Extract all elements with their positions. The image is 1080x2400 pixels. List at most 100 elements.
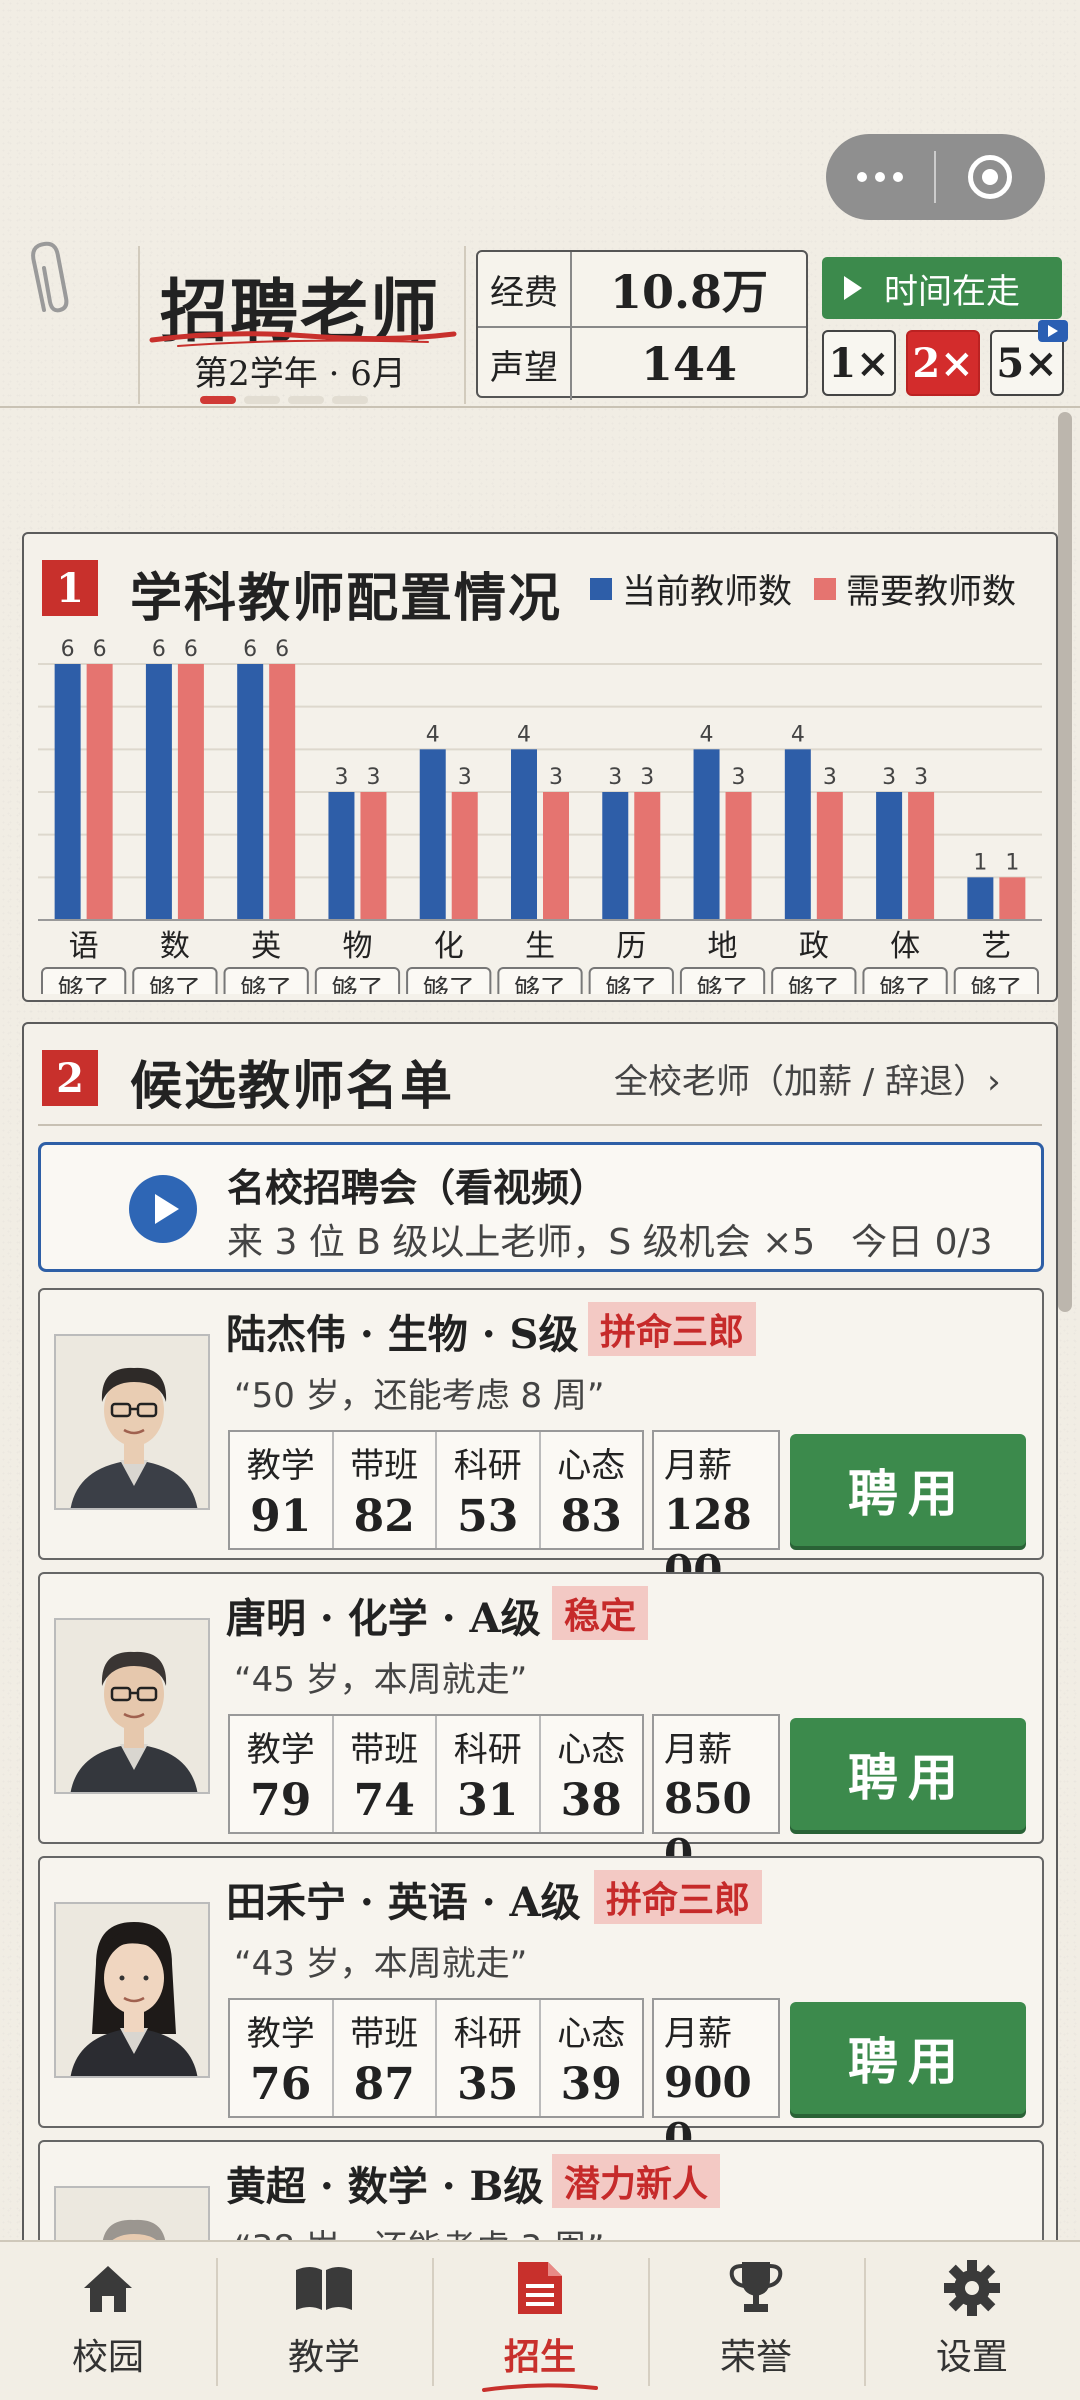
recruitment-fair-banner[interactable]: 名校招聘会（看视频） 来 3 位 B 级以上老师，S 级机会 ×5 今日 0/3 — [38, 1142, 1044, 1272]
header-divider — [138, 246, 140, 404]
video-play-icon — [129, 1175, 197, 1243]
stat-value: 74 — [353, 1775, 415, 1826]
chart-bar — [725, 792, 752, 920]
data-label: 3 — [334, 765, 348, 790]
category-label: 艺 — [981, 929, 1011, 964]
nav-item-settings[interactable]: 设置 — [864, 2242, 1080, 2400]
candidate-stats: 教学 76 带班 87 科研 35 心态 39 — [228, 1998, 644, 2118]
enough-label: 够了 — [514, 975, 566, 994]
chart-bar — [543, 792, 569, 920]
chart-bar — [269, 664, 296, 920]
data-label: 4 — [700, 722, 714, 747]
chart-bar — [876, 792, 903, 920]
data-label: 1 — [973, 850, 987, 875]
school-year-month: 第2学年 · 6月 — [194, 354, 406, 394]
candidate-name: 陆杰伟 · 生物 · S级 — [226, 1311, 579, 1358]
video-ad-badge-icon — [1038, 320, 1068, 342]
top-header: 招聘老师 第2学年 · 6月 经费 10.8万 声望 144 时间在走 1× 2… — [0, 240, 1080, 408]
category-label: 生 — [525, 929, 555, 964]
data-label: 6 — [275, 637, 289, 662]
miniprogram-capsule — [826, 134, 1045, 220]
all-teachers-link[interactable]: 全校老师（加薪 / 辞退）› — [614, 1054, 1001, 1103]
stat-value: 53 — [457, 1491, 519, 1542]
stat-value: 39 — [560, 2059, 622, 2110]
divider — [38, 1124, 1042, 1126]
panel-title: 学科教师配置情况 — [130, 568, 563, 629]
close-target-icon[interactable] — [936, 155, 1044, 199]
chart-bar — [54, 664, 81, 920]
nav-item-recruit[interactable]: 招生 — [432, 2242, 648, 2400]
stat-value: 76 — [250, 2059, 312, 2110]
candidate-card: 田禾宁 · 英语 · A级 拼命三郎 “43 岁，本周就走” 教学 76 带班 … — [38, 1856, 1044, 2163]
salary-label: 月薪 — [664, 1446, 732, 1486]
candidate-stats: 教学 79 带班 74 科研 31 心态 38 — [228, 1714, 644, 1834]
stat-label: 带班 — [350, 1730, 419, 1770]
enough-label: 够了 — [605, 975, 657, 994]
salary-cell: 月薪 8500 — [652, 1714, 780, 1879]
trait-tag: 潜力新人 — [552, 2154, 721, 2208]
category-label: 语 — [69, 929, 99, 964]
active-tab-underline — [482, 2383, 598, 2392]
prestige-label: 声望 — [478, 328, 572, 400]
trait-tag: 拼命三郎 — [588, 1302, 757, 1356]
funds-label: 经费 — [478, 252, 572, 326]
teacher-portrait — [54, 1902, 210, 2078]
speed-1x-button[interactable]: 1× — [822, 330, 896, 396]
chart-bar — [908, 792, 935, 920]
chart-bar — [328, 792, 355, 920]
subject-staffing-panel: 1 学科教师配置情况 当前教师数 需要教师数 6 6 语够了 6 6 数够了 6 6 英够了 3 3… — [22, 532, 1058, 1002]
stat-cell: 心态 83 — [541, 1432, 643, 1548]
stat-label: 心态 — [557, 1730, 626, 1770]
speed-2x-button[interactable]: 2× — [906, 330, 980, 396]
salary-cell: 月薪 9000 — [652, 1998, 780, 2163]
candidate-name: 唐明 · 化学 · A级 — [226, 1595, 541, 1642]
panel-title: 候选教师名单 — [130, 1056, 455, 1117]
stat-value: 87 — [353, 2059, 415, 2110]
teacher-portrait — [54, 1334, 210, 1510]
category-label: 数 — [160, 929, 190, 964]
candidate-stats: 教学 91 带班 82 科研 53 心态 83 — [228, 1430, 644, 1550]
data-label: 4 — [426, 722, 440, 747]
header-divider — [464, 246, 466, 404]
time-running-button[interactable]: 时间在走 — [822, 257, 1062, 319]
data-label: 6 — [61, 637, 75, 662]
enough-label: 够了 — [423, 975, 475, 994]
scrollbar[interactable] — [1058, 412, 1072, 1312]
stat-cell: 科研 35 — [437, 2000, 541, 2116]
data-label: 6 — [152, 637, 166, 662]
salary-label: 月薪 — [664, 1730, 732, 1770]
chart-bar — [360, 792, 387, 920]
stat-label: 教学 — [246, 2014, 315, 2054]
candidate-card: 唐明 · 化学 · A级 稳定 “45 岁，本周就走” 教学 79 带班 74 … — [38, 1572, 1044, 1879]
candidate-card: 黄超 · 数学 · B级 潜力新人 “38 岁，还能考虑 3 周” 教学 带班 … — [38, 2140, 1044, 2250]
nav-item-honor[interactable]: 荣誉 — [648, 2242, 864, 2400]
chart-legend: 当前教师数 需要教师数 — [590, 564, 1038, 613]
data-label: 3 — [732, 765, 746, 790]
stat-cell: 教学 76 — [230, 2000, 334, 2116]
panel-number-badge: 2 — [42, 1050, 98, 1106]
nav-item-teaching[interactable]: 教学 — [216, 2242, 432, 2400]
nav-item-campus[interactable]: 校园 — [0, 2242, 216, 2400]
fair-title: 名校招聘会（看视频） — [227, 1165, 608, 1210]
chart-bar — [177, 664, 204, 920]
nav-label: 校园 — [71, 2337, 144, 2378]
data-label: 3 — [366, 765, 380, 790]
hire-button[interactable]: 聘用 — [790, 2002, 1026, 2114]
category-label: 历 — [616, 929, 646, 964]
more-menu-icon[interactable] — [826, 172, 934, 182]
month-progress — [200, 396, 368, 404]
trophy-icon — [729, 2262, 783, 2312]
legend-needed: 需要教师数 — [814, 564, 1016, 613]
legend-swatch-current — [590, 577, 612, 600]
stat-value: 79 — [250, 1775, 312, 1826]
hire-button[interactable]: 聘用 — [790, 1434, 1026, 1546]
stat-label: 带班 — [350, 1446, 419, 1486]
chart-bar — [511, 749, 537, 920]
stat-label: 科研 — [453, 2014, 522, 2054]
candidate-card: 陆杰伟 · 生物 · S级 拼命三郎 “50 岁，还能考虑 8 周” 教学 91… — [38, 1288, 1044, 1595]
hire-button[interactable]: 聘用 — [790, 1718, 1026, 1830]
bottom-nav: 校园 教学 招生 荣誉 设置 — [0, 2240, 1080, 2400]
chart-bar — [602, 792, 629, 920]
salary-cell: 月薪 12800 — [652, 1430, 780, 1595]
data-label: 3 — [640, 765, 654, 790]
